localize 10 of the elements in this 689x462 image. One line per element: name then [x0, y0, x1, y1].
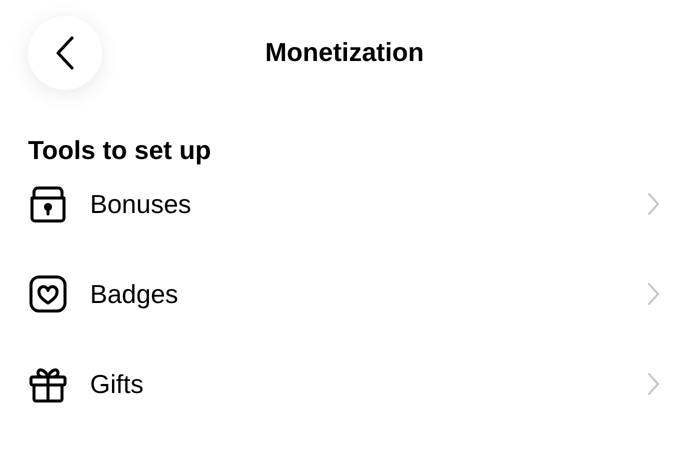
section-heading: Tools to set up [28, 135, 211, 165]
chevron-icon [647, 372, 659, 396]
chest-icon [28, 184, 68, 224]
screen-title: Monetization [265, 37, 424, 67]
menu-item[interactable]: Badges [28, 248, 661, 340]
heart-badge-icon [28, 274, 68, 314]
chevron-icon [647, 282, 659, 306]
back-icon [56, 36, 74, 70]
menu-item[interactable]: Gifts [28, 338, 661, 430]
chevron-icon [647, 192, 659, 216]
